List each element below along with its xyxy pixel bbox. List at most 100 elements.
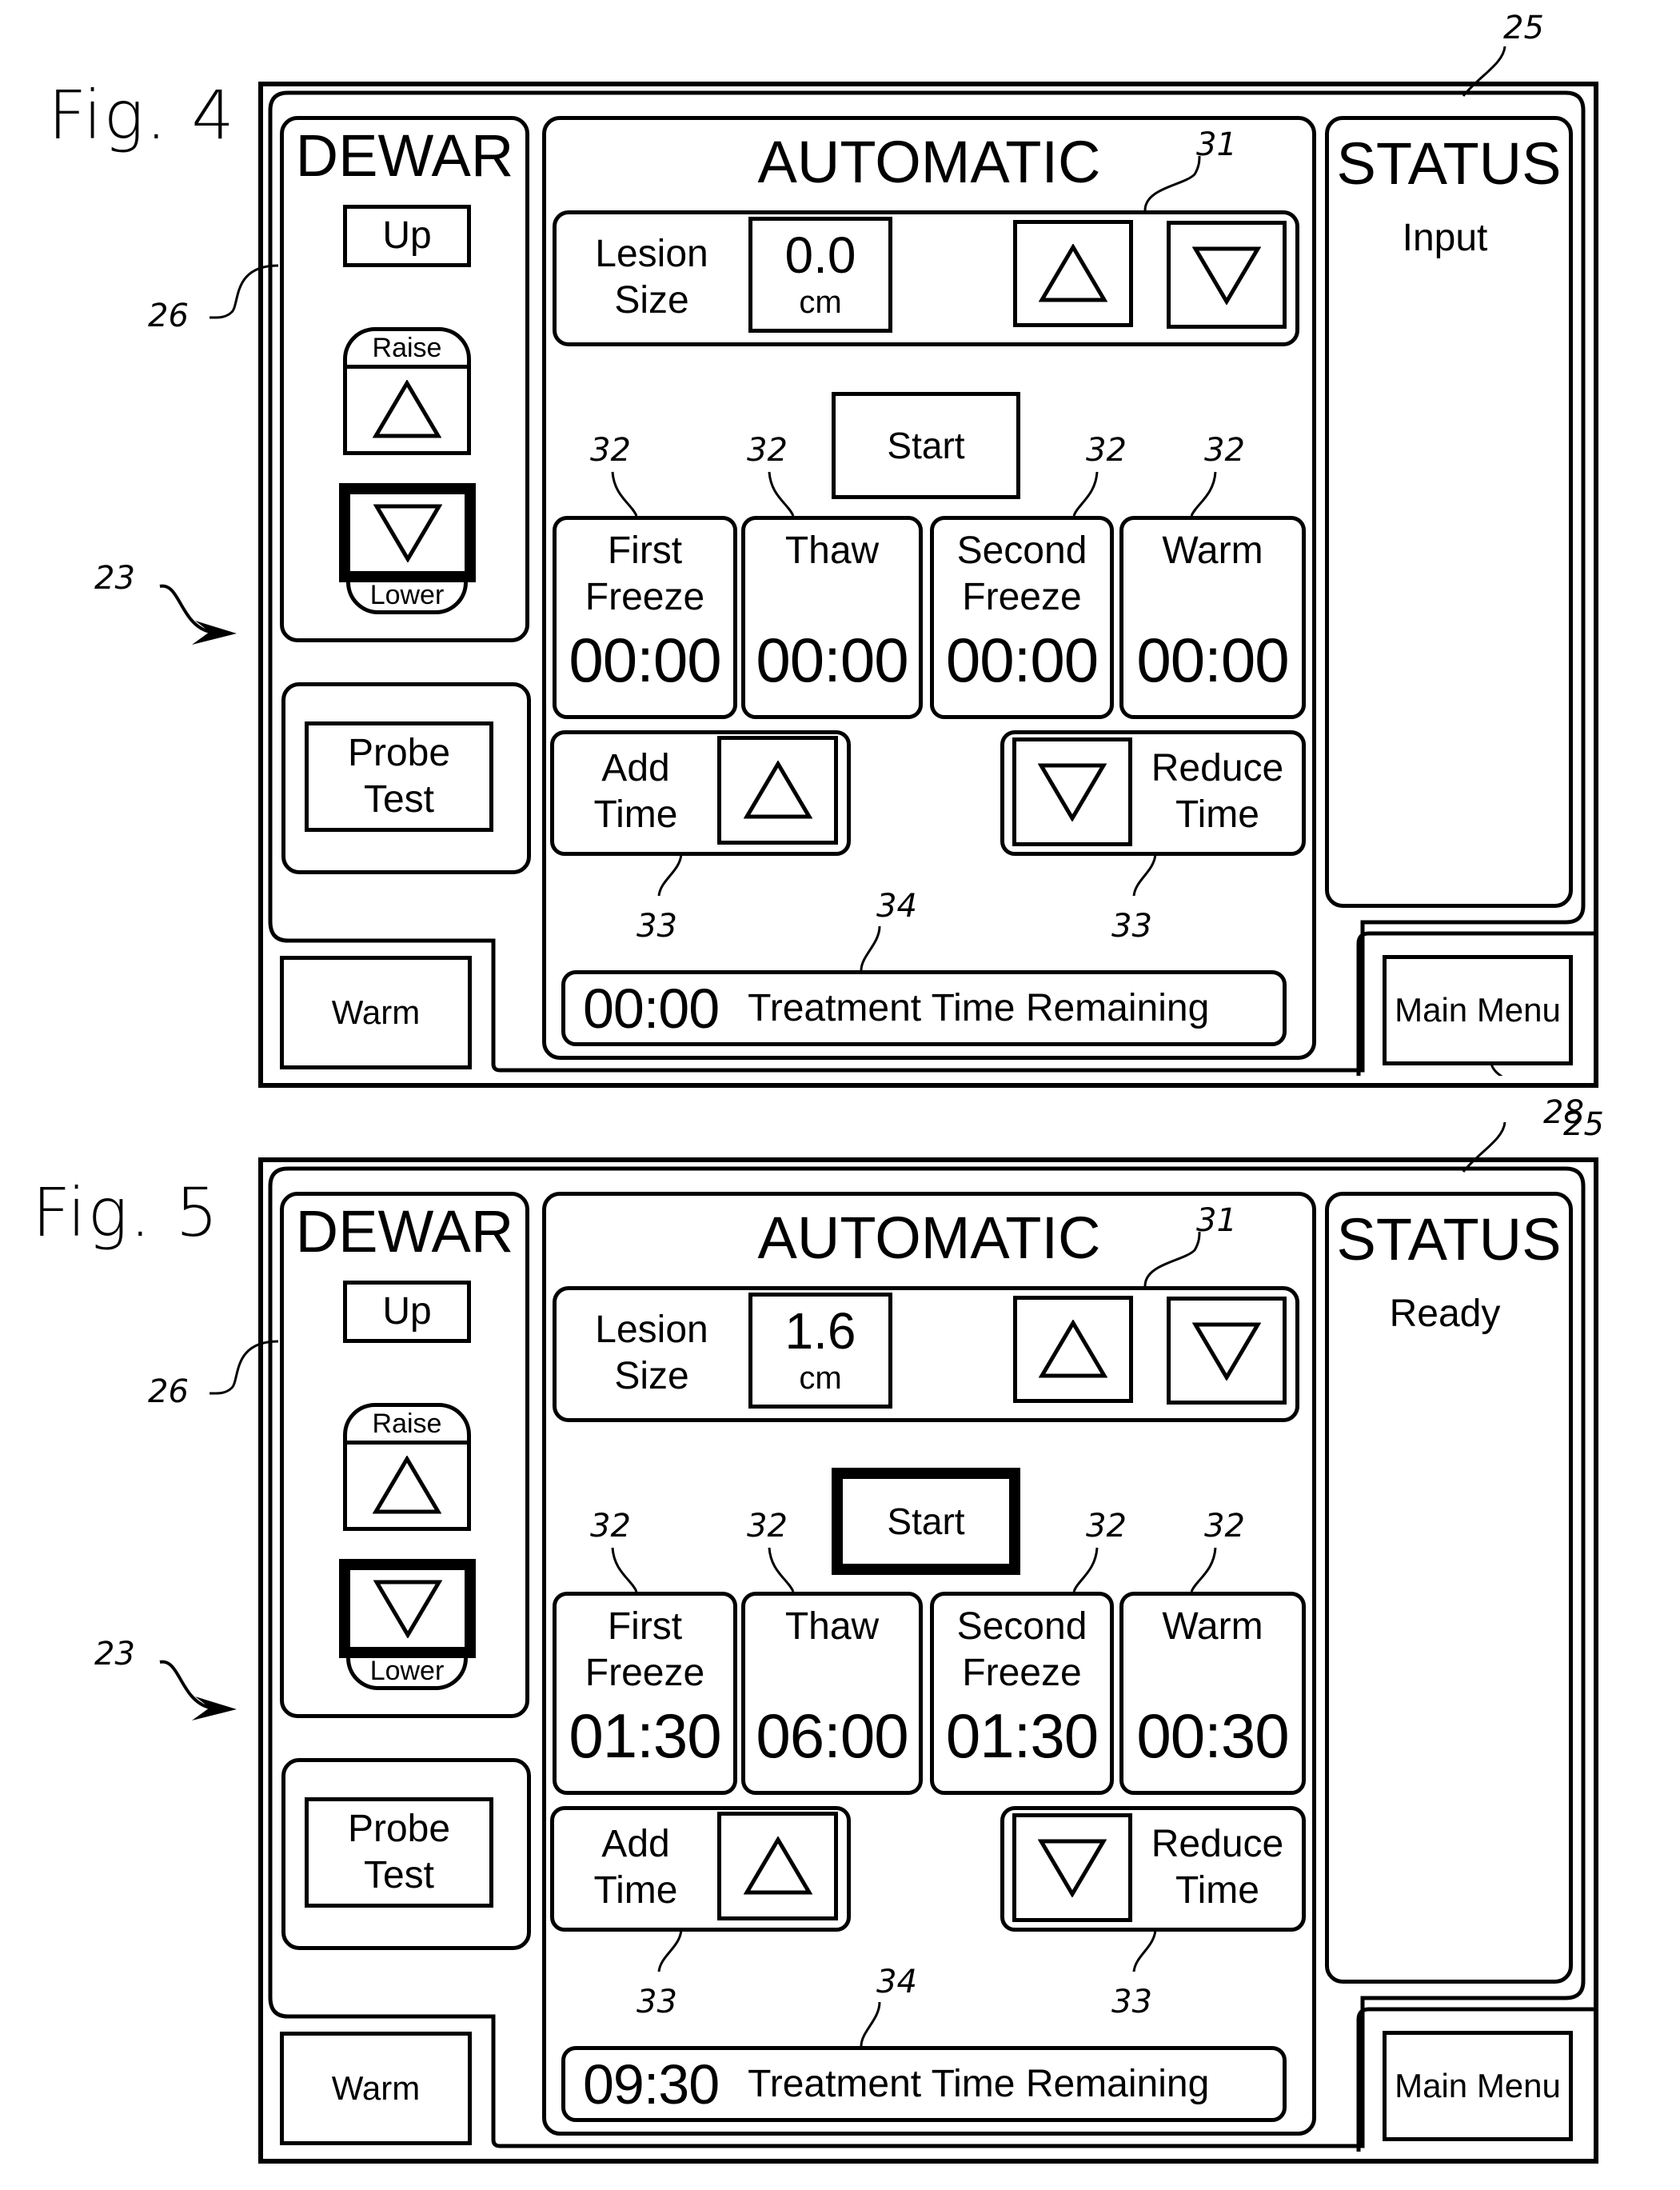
dewar-up-button[interactable]: Up	[343, 205, 471, 267]
timer-first-freeze[interactable]: First Freeze 00:00	[553, 516, 737, 719]
dewar-title: DEWAR	[295, 1198, 514, 1265]
main-menu-button[interactable]: Main Menu	[1383, 955, 1573, 1065]
lower-button[interactable]	[339, 483, 476, 582]
figure-label: Fig. 5	[32, 1173, 220, 1252]
timer-value: 01:30	[569, 1700, 721, 1771]
lesion-size-label: Lesion Size	[595, 233, 708, 322]
lesion-size-display: 1.6 cm	[748, 1293, 892, 1409]
timer-label: First Freeze	[585, 530, 705, 618]
start-label: Start	[887, 1501, 965, 1542]
timer-value: 00:30	[1136, 1700, 1289, 1771]
ref-numeral-26: 26	[148, 1373, 189, 1410]
lower-label: Lower	[369, 580, 445, 610]
timer-value: 00:00	[1136, 625, 1289, 695]
lesion-increase-button[interactable]	[1013, 220, 1133, 327]
status-title: STATUS	[1336, 1206, 1562, 1273]
triangle-up-icon	[743, 1836, 812, 1896]
timer-label: Thaw	[784, 530, 880, 572]
triangle-down-icon	[1038, 762, 1107, 821]
raise-label: Raise	[347, 331, 467, 369]
reduce-time-label: Reduce Time	[1151, 747, 1284, 836]
figure-label: Fig. 4	[48, 76, 236, 154]
leader-23	[159, 584, 210, 633]
arrow-23	[192, 621, 237, 645]
probe-test-button[interactable]: Probe Test	[305, 721, 493, 832]
treatment-time-label: Treatment Time Remaining	[748, 2063, 1210, 2105]
warm-button-label: Warm	[331, 2069, 421, 2107]
triangle-down-icon	[1038, 1838, 1107, 1897]
status-value: Input	[1402, 217, 1488, 259]
lesion-decrease-button[interactable]	[1167, 1297, 1287, 1405]
probe-test-button[interactable]: Probe Test	[305, 1797, 493, 1908]
lesion-size-display: 0.0 cm	[748, 217, 892, 333]
leader-23	[159, 1660, 210, 1709]
lesion-size-label: Lesion Size	[595, 1309, 708, 1397]
reduce-time-button[interactable]	[1012, 737, 1132, 846]
timer-label: Second Freeze	[956, 530, 1087, 618]
main-menu-label: Main Menu	[1395, 2067, 1561, 2104]
figure-5: Fig. 5 25 26 23 31 32 32 32 32 33 33 34 …	[0, 1076, 1680, 2164]
start-button[interactable]: Start	[832, 392, 1020, 499]
triangle-down-icon	[1192, 246, 1261, 305]
timer-value: 00:00	[945, 625, 1099, 695]
ref-numeral-23: 23	[94, 1636, 135, 1672]
timer-label: Warm	[1162, 1605, 1263, 1648]
timer-value: 00:00	[569, 625, 721, 695]
triangle-up-icon	[347, 1445, 467, 1515]
triangle-down-icon	[373, 1579, 442, 1638]
timer-value: 00:00	[756, 625, 908, 695]
ref-numeral-25: 25	[1503, 10, 1544, 46]
timer-thaw[interactable]: Thaw 00:00	[741, 516, 923, 719]
lower-button[interactable]	[339, 1559, 476, 1658]
lesion-size-unit: cm	[799, 285, 842, 320]
lesion-increase-button[interactable]	[1013, 1296, 1133, 1403]
timer-second-freeze[interactable]: Second Freeze 01:30	[930, 1592, 1114, 1795]
dewar-up-label: Up	[382, 1290, 432, 1333]
timer-first-freeze[interactable]: First Freeze 01:30	[553, 1592, 737, 1795]
treatment-time-display: 09:30 Treatment Time Remaining	[561, 2046, 1287, 2122]
start-button[interactable]: Start	[832, 1468, 1020, 1575]
arrow-23	[192, 1696, 237, 1720]
raise-label: Raise	[347, 1407, 467, 1445]
lesion-size-value: 0.0	[784, 226, 856, 284]
add-time-label: Add Time	[593, 747, 678, 836]
treatment-time-label: Treatment Time Remaining	[748, 987, 1210, 1029]
reduce-time-label: Reduce Time	[1151, 1823, 1284, 1912]
timer-label: Second Freeze	[956, 1605, 1087, 1694]
triangle-up-icon	[347, 369, 467, 439]
dewar-up-button[interactable]: Up	[343, 1281, 471, 1343]
add-time-button[interactable]	[717, 736, 838, 845]
dewar-up-label: Up	[382, 214, 432, 257]
dewar-title: DEWAR	[295, 122, 514, 189]
warm-button[interactable]: Warm	[280, 956, 472, 1069]
timer-second-freeze[interactable]: Second Freeze 00:00	[930, 516, 1114, 719]
add-time-button[interactable]	[717, 1812, 838, 1920]
ref-numeral-25: 25	[1563, 1106, 1604, 1143]
triangle-down-icon	[1192, 1321, 1261, 1381]
treatment-time-value: 09:30	[583, 2052, 720, 2116]
timer-value: 01:30	[945, 1700, 1099, 1771]
timer-warm[interactable]: Warm 00:00	[1119, 516, 1306, 719]
lesion-decrease-button[interactable]	[1167, 221, 1287, 329]
timer-thaw[interactable]: Thaw 06:00	[741, 1592, 923, 1795]
timer-label: First Freeze	[585, 1605, 705, 1694]
timer-value: 06:00	[756, 1700, 908, 1771]
ref-numeral-23: 23	[94, 560, 135, 597]
triangle-up-icon	[1039, 244, 1107, 303]
triangle-down-icon	[373, 503, 442, 562]
timer-warm[interactable]: Warm 00:30	[1119, 1592, 1306, 1795]
warm-button[interactable]: Warm	[280, 2032, 472, 2145]
figure-4: Fig. 4 25 26 23 31 32 32 32 32 33 33 34 …	[0, 0, 1680, 1131]
raise-button[interactable]: Raise	[343, 1403, 471, 1531]
reduce-time-button[interactable]	[1012, 1813, 1132, 1922]
main-menu-button[interactable]: Main Menu	[1383, 2031, 1573, 2141]
raise-button[interactable]: Raise	[343, 327, 471, 455]
treatment-time-display: 00:00 Treatment Time Remaining	[561, 970, 1287, 1046]
lesion-size-value: 1.6	[784, 1302, 856, 1360]
automatic-title: AUTOMATIC	[757, 129, 1101, 195]
treatment-time-value: 00:00	[583, 977, 720, 1040]
automatic-title: AUTOMATIC	[757, 1205, 1101, 1271]
triangle-up-icon	[1039, 1320, 1107, 1379]
add-time-label: Add Time	[593, 1823, 678, 1912]
timer-label: Thaw	[784, 1605, 880, 1648]
